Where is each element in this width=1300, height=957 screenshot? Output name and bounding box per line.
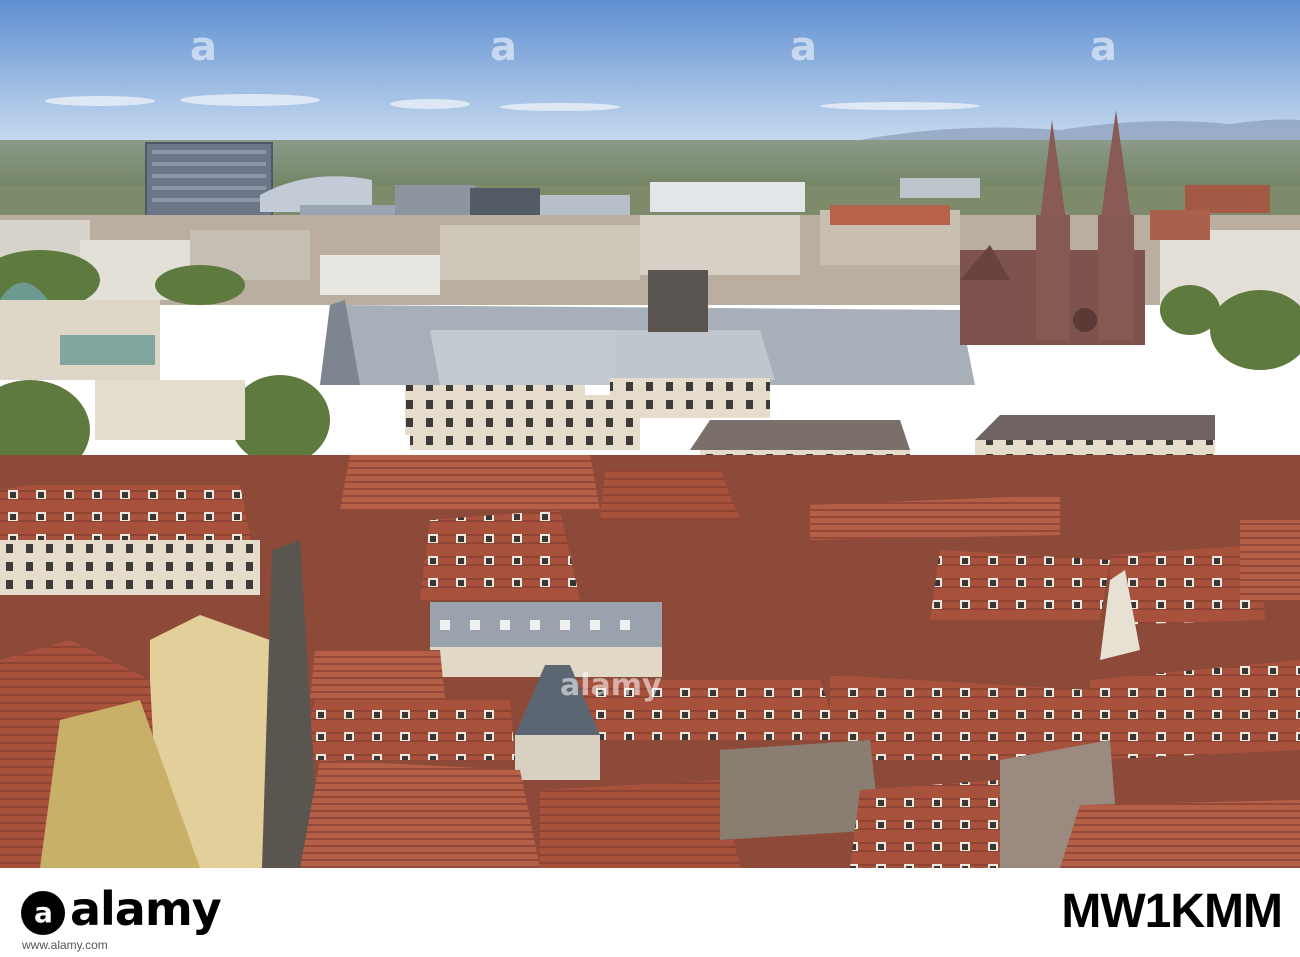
brand-name: alamy	[70, 882, 222, 936]
stock-footer: a alamy www.alamy.com MW1KMM	[0, 868, 1300, 957]
alamy-logo[interactable]: a alamy	[18, 882, 222, 938]
svg-text:a: a	[34, 896, 52, 929]
cityscape-photo: a a a a alamy	[0, 0, 1300, 868]
cityscape-illustration	[0, 0, 1300, 868]
image-id: MW1KMM	[1061, 885, 1283, 938]
sky	[0, 0, 1300, 145]
alamy-a-icon: a	[21, 890, 65, 935]
site-url[interactable]: www.alamy.com	[22, 938, 108, 952]
